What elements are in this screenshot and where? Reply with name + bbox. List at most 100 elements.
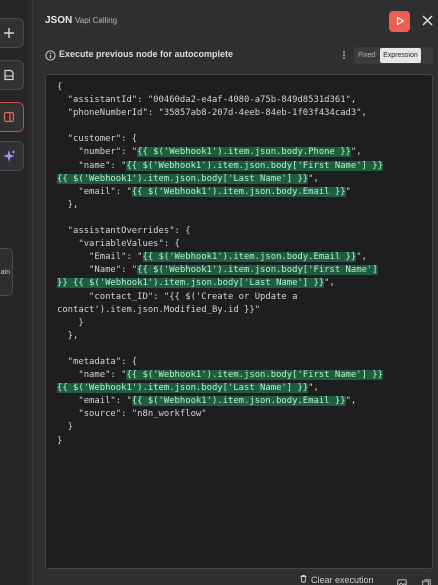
code-line: } — [57, 435, 425, 448]
code-text: "customer": { — [57, 134, 138, 145]
ai-assistant-button[interactable] — [0, 141, 24, 171]
code-line: "customer": { — [57, 133, 425, 146]
code-text: "Email": " — [57, 252, 143, 263]
add-node-button[interactable] — [0, 18, 24, 48]
code-text: "email": " — [57, 186, 132, 197]
code-line: {{ $('Webhook1').item.json.body['Last Na… — [57, 173, 425, 186]
code-line: "assistantOverrides": { — [57, 225, 425, 238]
code-text: "assistantId": "00460da2-e4af-4080-a75b-… — [57, 95, 357, 106]
expression-token: {{ $('Webhook1').item.json.body.Email }} — [131, 186, 346, 197]
code-text: "metadata": { — [57, 356, 138, 367]
left-panel-tab[interactable]: ain — [0, 248, 13, 296]
execute-node-button[interactable] — [389, 11, 410, 32]
expression-token: {{ $('Webhook1').item.json.body['First N… — [137, 265, 378, 276]
node-parameter-panel: JSON Vapi Calling Execute previous node … — [32, 0, 438, 585]
code-line: }, — [57, 330, 425, 343]
code-line: "name": "{{ $('Webhook1').item.json.body… — [57, 369, 425, 382]
code-line: "Name": "{{ $('Webhook1').item.json.body… — [57, 264, 425, 277]
expression-token: }} {{ $('Webhook1').item.json.body['Last… — [57, 278, 325, 289]
node-name: Vapi Calling — [75, 16, 118, 25]
plus-icon — [3, 27, 15, 39]
expression-token: {{ $('Webhook1').item.json.body.Email }} — [142, 252, 357, 263]
more-options-icon[interactable] — [342, 48, 346, 66]
code-line: "metadata": { — [57, 356, 425, 369]
trash-icon — [299, 574, 311, 585]
code-text: } — [57, 422, 74, 433]
code-line: "Email": "{{ $('Webhook1').item.json.bod… — [57, 251, 425, 264]
code-line: "name": "{{ $('Webhook1').item.json.body… — [57, 160, 425, 173]
code-text: } — [57, 435, 63, 446]
code-text: ", — [345, 396, 357, 407]
panel-icon — [3, 111, 15, 123]
code-text: "name": " — [57, 370, 127, 381]
play-icon — [395, 13, 405, 31]
info-icon — [45, 48, 56, 66]
code-text: "number": " — [57, 147, 138, 158]
autocomplete-notice-text: Execute previous node for autocomplete — [59, 49, 234, 59]
code-text: ", — [324, 278, 335, 289]
fixed-mode-option[interactable]: Fixed — [355, 48, 378, 63]
code-line: } — [57, 421, 425, 434]
app-root: ain JSON Vapi Calling Execute previous n… — [0, 0, 438, 585]
image-icon[interactable] — [397, 575, 407, 585]
code-text: ", — [308, 173, 319, 184]
code-line: { — [57, 81, 425, 94]
code-line: }, — [57, 199, 425, 212]
canvas-toolbar: ain — [0, 0, 28, 585]
expression-token: {{ $('Webhook1').item.json.body['Last Na… — [57, 173, 309, 184]
copy-icon[interactable] — [422, 575, 431, 585]
code-line: } — [57, 317, 425, 330]
code-content: { "assistantId": "00460da2-e4af-4080-a75… — [57, 81, 425, 448]
code-text: }, — [57, 199, 79, 210]
toggle-panel-button[interactable] — [0, 102, 24, 132]
panel-header: JSON Vapi Calling — [33, 0, 438, 42]
code-text: "variableValues": { — [57, 239, 180, 250]
code-line: "assistantId": "00460da2-e4af-4080-a75b-… — [57, 94, 425, 107]
code-text: "contact_ID": "{{ $('Create or Update a — [57, 291, 298, 302]
expression-token: {{ $('Webhook1').item.json.body['First N… — [126, 160, 383, 171]
close-button[interactable] — [417, 11, 438, 32]
code-text: "assistantOverrides": { — [57, 226, 191, 237]
code-text: ", — [308, 383, 319, 394]
code-line: "variableValues": { — [57, 238, 425, 251]
fixed-expression-toggle: Fixed Expression — [354, 47, 433, 64]
sparkle-icon — [2, 149, 16, 163]
code-text: ", — [350, 147, 362, 158]
clear-execution-label: Clear execution — [311, 574, 374, 585]
code-text: "email": " — [57, 396, 132, 407]
expression-mode-option[interactable]: Expression — [380, 48, 421, 63]
code-text: contact').item.json.Modified_By.id }}" — [57, 304, 261, 315]
clear-execution-button[interactable]: Clear execution — [299, 574, 374, 585]
code-line: "email": "{{ $('Webhook1').item.json.bod… — [57, 186, 425, 199]
code-text: "phoneNumberId": "35857ab8-207d-4eeb-84e… — [57, 108, 367, 119]
code-text: "Name": " — [57, 265, 138, 276]
autocomplete-notice: Execute previous node for autocomplete F… — [33, 44, 438, 66]
code-text: "name": " — [57, 160, 127, 171]
code-line: }} {{ $('Webhook1').item.json.body['Last… — [57, 277, 425, 290]
left-panel-tab-label: ain — [0, 268, 10, 276]
code-line: {{ $('Webhook1').item.json.body['Last Na… — [57, 382, 425, 395]
code-line: "contact_ID": "{{ $('Create or Update a — [57, 291, 425, 304]
note-icon — [3, 69, 15, 81]
code-line: "source": "n8n_workflow" — [57, 408, 425, 421]
code-line: "number": "{{ $('Webhook1').item.json.bo… — [57, 146, 425, 159]
code-text: ", — [356, 252, 367, 263]
add-sticky-button[interactable] — [0, 60, 24, 90]
field-title: JSON — [45, 15, 73, 26]
code-text: }, — [57, 330, 79, 341]
json-expression-editor[interactable]: { "assistantId": "00460da2-e4af-4080-a75… — [45, 74, 433, 569]
expression-token: {{ $('Webhook1').item.json.body['First N… — [126, 370, 383, 381]
code-line: contact').item.json.Modified_By.id }}" — [57, 304, 425, 317]
expression-token: {{ $('Webhook1').item.json.body.Email }} — [131, 396, 346, 407]
expression-token: {{ $('Webhook1').item.json.body['Last Na… — [57, 383, 309, 394]
code-line: "phoneNumberId": "35857ab8-207d-4eeb-84e… — [57, 107, 425, 120]
close-icon — [422, 13, 433, 31]
code-line: "email": "{{ $('Webhook1').item.json.bod… — [57, 395, 425, 408]
expression-token: {{ $('Webhook1').item.json.body.Phone }} — [137, 147, 351, 158]
code-text: "source": "n8n_workflow" — [57, 409, 207, 420]
panel-footer: Clear execution — [33, 572, 438, 585]
code-text: { — [57, 82, 63, 92]
